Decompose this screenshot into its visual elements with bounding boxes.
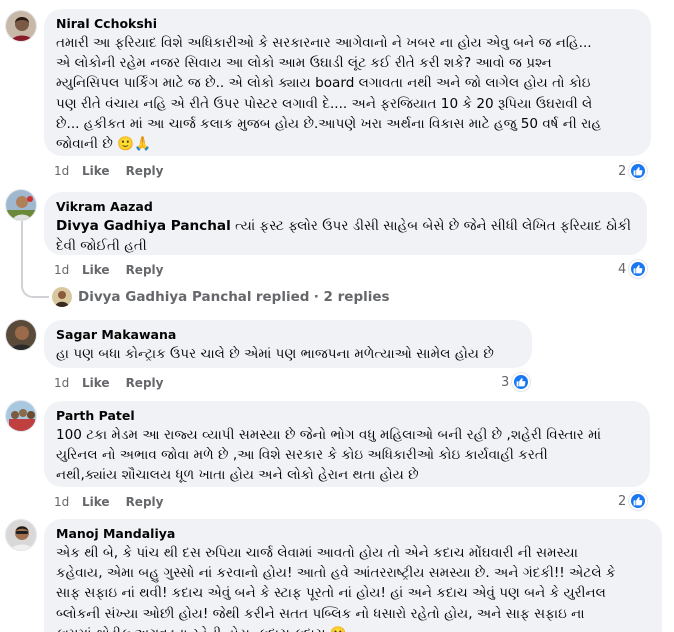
reaction-number: 2 bbox=[618, 493, 627, 509]
comment-text: હા પણ બધા કોન્ટ્રાક ઉપર ચાલે છે એમાં પણ … bbox=[56, 346, 494, 362]
comment-bubble: Parth Patel 100 ટકા મેડમ આ રાજ્ય વ્યાપી … bbox=[44, 401, 650, 487]
like-button[interactable]: Like bbox=[82, 376, 110, 390]
thumbs-up-icon bbox=[629, 260, 648, 278]
avatar[interactable] bbox=[5, 10, 37, 42]
comment-actions: 1d Like Reply bbox=[54, 494, 179, 510]
avatar[interactable] bbox=[5, 319, 37, 351]
like-button[interactable]: Like bbox=[82, 495, 110, 509]
avatar[interactable] bbox=[5, 400, 37, 432]
avatar[interactable] bbox=[5, 519, 37, 551]
comment-actions: 1d Like Reply bbox=[54, 375, 179, 391]
comment-author[interactable]: Manoj Mandaliya bbox=[56, 526, 650, 542]
reaction-number: 4 bbox=[618, 261, 627, 277]
replier-name[interactable]: Divya Gadhiya Panchal bbox=[78, 289, 252, 305]
like-button[interactable]: Like bbox=[82, 263, 110, 277]
reaction-number: 2 bbox=[618, 163, 627, 179]
mention-link[interactable]: Divya Gadhiya Panchal bbox=[56, 218, 231, 234]
reaction-number: 3 bbox=[501, 374, 510, 390]
comment-time[interactable]: 1d bbox=[54, 376, 82, 390]
comment-author[interactable]: Sagar Makawana bbox=[56, 327, 520, 343]
avatar[interactable] bbox=[5, 189, 37, 221]
reply-button[interactable]: Reply bbox=[126, 376, 164, 390]
reaction-count[interactable]: 2 bbox=[618, 491, 648, 511]
comment-text: તમારી આ ફરિયાદ વિશે અધિકારીઓ કે સરકારનાર… bbox=[56, 35, 602, 153]
thumbs-up-icon bbox=[512, 373, 531, 391]
reaction-count[interactable]: 2 bbox=[618, 161, 648, 181]
comment-time[interactable]: 1d bbox=[54, 164, 82, 178]
reaction-count[interactable]: 4 bbox=[618, 259, 648, 279]
like-button[interactable]: Like bbox=[82, 164, 110, 178]
comment-author[interactable]: Niral Cchokshi bbox=[56, 16, 639, 32]
thread-connector bbox=[21, 280, 49, 298]
comment-bubble: Manoj Mandaliya એક થી બે, કે પાંચ થી દસ … bbox=[44, 519, 662, 632]
reply-count: · 2 replies bbox=[313, 289, 390, 305]
comment-actions: 1d Like Reply bbox=[54, 262, 179, 278]
comment-time[interactable]: 1d bbox=[54, 263, 82, 277]
comment-bubble: Vikram Aazad Divya Gadhiya Panchal ત્યાં… bbox=[44, 192, 647, 255]
comment-bubble: Sagar Makawana હા પણ બધા કોન્ટ્રાક ઉપર ચ… bbox=[44, 320, 532, 368]
comment-author[interactable]: Vikram Aazad bbox=[56, 199, 635, 215]
comment-bubble: Niral Cchokshi તમારી આ ફરિયાદ વિશે અધિકા… bbox=[44, 9, 651, 156]
reply-button[interactable]: Reply bbox=[126, 495, 164, 509]
reply-button[interactable]: Reply bbox=[126, 164, 164, 178]
comment-text: 100 ટકા મેડમ આ રાજ્ય વ્યાપી સમસ્યા છે જે… bbox=[56, 427, 602, 484]
thumbs-up-icon bbox=[629, 162, 648, 180]
comment-actions: 1d Like Reply bbox=[54, 163, 179, 179]
thumbs-up-icon bbox=[629, 492, 648, 510]
comment-author[interactable]: Parth Patel bbox=[56, 408, 638, 424]
comment-time[interactable]: 1d bbox=[54, 495, 82, 509]
comment-text: એક થી બે, કે પાંચ થી દસ રુપિયા ચાર્જ લેવ… bbox=[56, 545, 616, 632]
avatar bbox=[52, 287, 72, 307]
reaction-count[interactable]: 3 bbox=[501, 372, 531, 392]
reply-button[interactable]: Reply bbox=[126, 263, 164, 277]
comment-text: Divya Gadhiya Panchal ત્યાં ફસ્ટ ફ્લોર ઉ… bbox=[56, 216, 635, 256]
replied-label: replied bbox=[255, 289, 310, 305]
view-replies-link[interactable]: Divya Gadhiya Panchal replied · 2 replie… bbox=[52, 287, 390, 307]
